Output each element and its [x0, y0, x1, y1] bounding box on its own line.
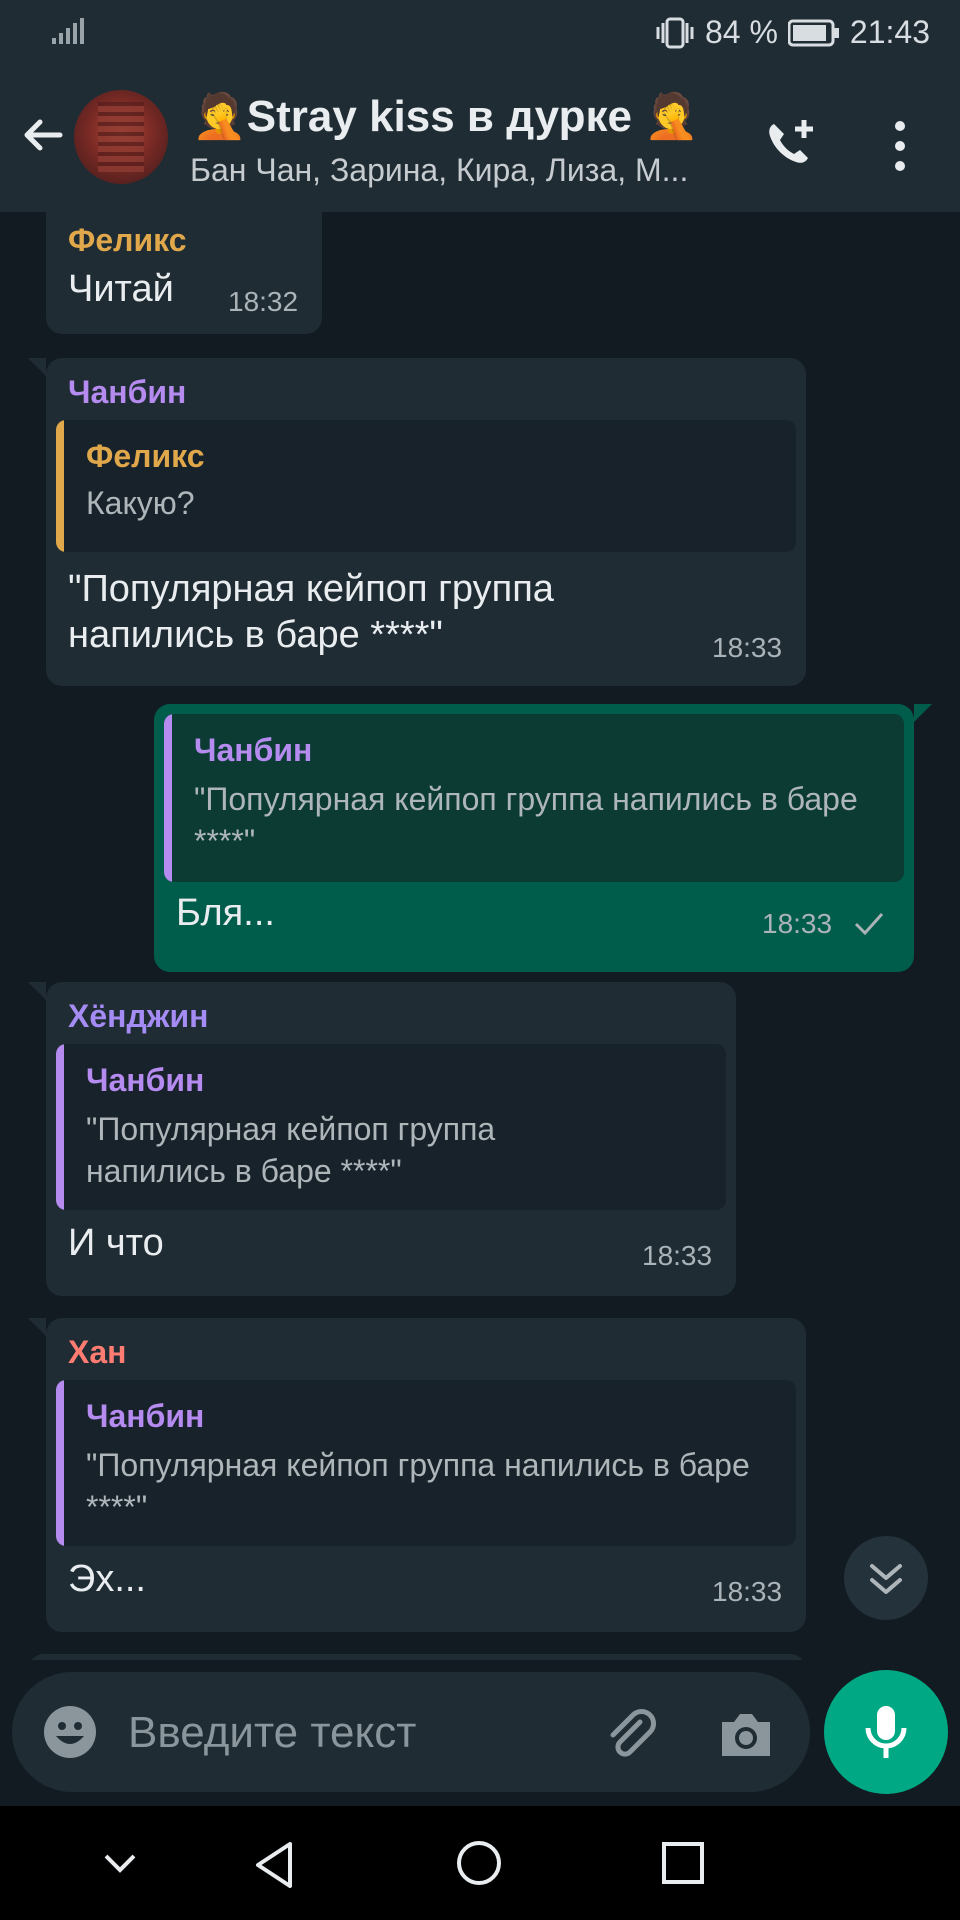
quote-text: Какую?	[86, 485, 195, 521]
reply-quote[interactable]: Чанбин "Популярная кейпоп группа напилис…	[56, 1044, 726, 1210]
chat-title[interactable]: 🤦Stray kiss в дурке 🤦	[192, 90, 699, 142]
camera-icon[interactable]	[716, 1706, 776, 1762]
message-time: 18:33	[712, 632, 783, 663]
quote-sender: Чанбин	[86, 1398, 205, 1434]
message-time: 18:33	[712, 1576, 783, 1607]
reply-quote[interactable]: Чанбин "Популярная кейпоп группа напилис…	[56, 1380, 796, 1546]
message-list[interactable]: Феликс Читай 18:32 Чанбин Феликс Какую? …	[0, 212, 960, 1660]
message-text: Читай	[68, 268, 174, 310]
hide-keyboard-icon[interactable]	[100, 1848, 140, 1878]
chat-participants[interactable]: Бан Чан, Зарина, Кира, Лиза, М...	[190, 152, 688, 189]
message-incoming[interactable]: Хан Чанбин "Популярная кейпоп группа нап…	[46, 1318, 806, 1632]
quote-bar	[56, 1044, 64, 1210]
quote-sender: Феликс	[86, 438, 205, 474]
battery-percent: 84 %	[704, 14, 778, 50]
back-arrow-icon[interactable]	[18, 110, 68, 160]
back-nav-icon[interactable]	[252, 1840, 296, 1890]
quote-sender: Чанбин	[194, 732, 313, 768]
sent-check-icon	[854, 912, 884, 936]
quote-bar	[56, 1380, 64, 1546]
message-outgoing[interactable]: Чанбин "Популярная кейпоп группа напилис…	[154, 704, 914, 972]
bubble-tail	[28, 982, 46, 1000]
quote-text: "Популярная кейпоп группа напились в бар…	[86, 1111, 496, 1189]
message-sender: Феликс	[68, 222, 187, 258]
recents-nav-icon[interactable]	[660, 1840, 706, 1886]
chat-header: 🤦Stray kiss в дурке 🤦 Бан Чан, Зарина, К…	[0, 64, 960, 212]
message-incoming[interactable]: Феликс Читай 18:32	[46, 212, 322, 334]
message-composer[interactable]: Введите текст	[12, 1672, 810, 1792]
quote-bar	[56, 420, 64, 552]
message-text: Эх...	[68, 1558, 146, 1600]
more-options-icon[interactable]	[880, 116, 920, 176]
vibrate-icon	[656, 17, 694, 48]
add-call-icon[interactable]	[760, 114, 820, 174]
quote-text: "Популярная кейпоп группа напились в бар…	[86, 1447, 750, 1525]
bubble-tail	[28, 358, 46, 376]
scroll-to-bottom-button[interactable]	[844, 1536, 928, 1620]
attach-icon[interactable]	[600, 1704, 660, 1764]
message-text: "Популярная кейпоп группа напились в бар…	[68, 568, 554, 656]
message-text: И что	[68, 1222, 164, 1264]
voice-record-button[interactable]	[824, 1670, 948, 1794]
message-sender: Чанбин	[68, 374, 187, 410]
bubble-tail	[28, 1318, 46, 1336]
microphone-icon	[865, 1706, 907, 1758]
reply-quote[interactable]: Чанбин "Популярная кейпоп группа напилис…	[164, 714, 904, 882]
home-nav-icon[interactable]	[454, 1838, 504, 1888]
message-incoming[interactable]: Хёнджин Чанбин "Популярная кейпоп группа…	[46, 982, 736, 1296]
message-incoming[interactable]: Чанбин Феликс Какую? "Популярная кейпоп …	[46, 358, 806, 686]
quote-text: "Популярная кейпоп группа напились в бар…	[194, 781, 858, 859]
message-text: Бля...	[176, 892, 275, 934]
system-navigation-bar	[0, 1806, 960, 1920]
battery-icon	[787, 19, 839, 46]
quote-sender: Чанбин	[86, 1062, 205, 1098]
message-sender: Хан	[68, 1334, 127, 1370]
group-avatar[interactable]	[74, 90, 168, 184]
message-time: 18:33	[762, 908, 833, 939]
bubble-tail	[914, 704, 932, 722]
message-incoming[interactable]	[28, 1654, 806, 1660]
quote-bar	[164, 714, 172, 882]
message-time: 18:33	[642, 1240, 713, 1271]
reply-quote[interactable]: Феликс Какую?	[56, 420, 796, 552]
message-time: 18:32	[228, 286, 299, 317]
double-chevron-down-icon	[870, 1564, 902, 1594]
emoji-icon[interactable]	[42, 1704, 98, 1760]
clock: 21:43	[849, 14, 930, 50]
signal-icon	[52, 18, 84, 44]
message-sender: Хёнджин	[68, 998, 209, 1034]
message-input[interactable]: Введите текст	[128, 1708, 416, 1758]
status-bar: 84 % 21:43	[0, 0, 960, 64]
